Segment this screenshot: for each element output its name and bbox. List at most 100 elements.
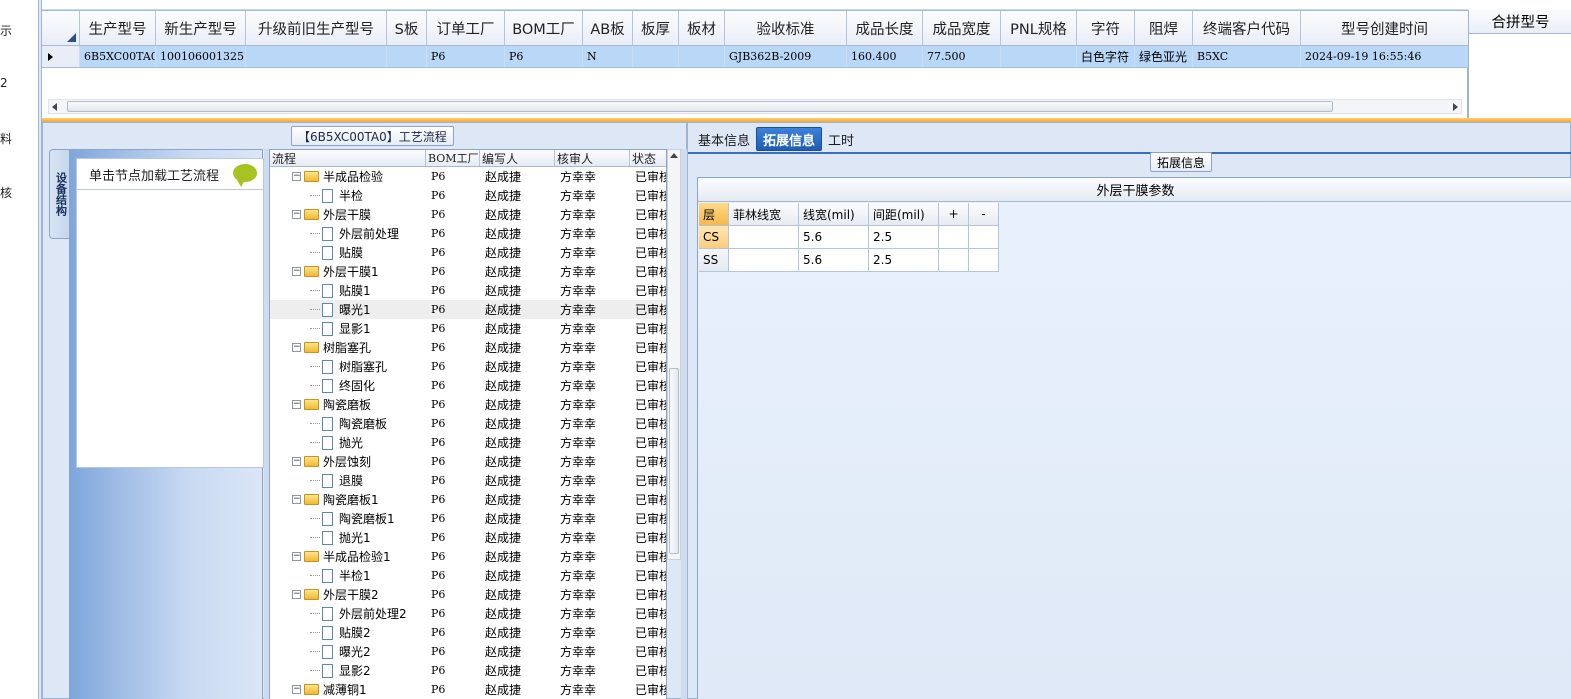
tree-node[interactable]: 半检1 <box>270 566 426 585</box>
bom-cell[interactable]: P6 <box>426 604 480 623</box>
writer-cell[interactable]: 赵成捷 <box>480 300 555 319</box>
horizontal-scrollbar[interactable] <box>48 99 1462 114</box>
col-header[interactable]: 阻焊 <box>1135 11 1193 45</box>
bom-cell[interactable]: P6 <box>426 281 480 300</box>
bom-cell[interactable]: P6 <box>426 414 480 433</box>
collapse-icon[interactable]: − <box>292 400 301 409</box>
tab-basic-info[interactable]: 基本信息 <box>692 127 756 151</box>
bom-cell[interactable]: P6 <box>426 357 480 376</box>
tree-group-row[interactable]: − 外层蚀刻 P6赵成捷方幸幸已审核 <box>270 452 666 471</box>
cell[interactable] <box>387 46 427 67</box>
tree-node[interactable]: 贴膜 <box>270 243 426 262</box>
tree-item-row[interactable]: 抛光1 P6赵成捷方幸幸已审核 <box>270 528 666 547</box>
layer-cell[interactable]: CS <box>699 226 729 249</box>
status-cell[interactable]: 已审核 <box>630 680 666 699</box>
table-row[interactable]: 6B5XC00TA0 10010600132576 P6 P6 N GJB362… <box>42 46 1468 68</box>
reviewer-cell[interactable]: 方幸幸 <box>555 205 630 224</box>
tree-item-row[interactable]: 树脂塞孔 P6赵成捷方幸幸已审核 <box>270 357 666 376</box>
status-cell[interactable]: 已审核 <box>630 300 666 319</box>
tree-item-row[interactable]: 曝光1 P6赵成捷方幸幸已审核 <box>270 300 666 319</box>
cell[interactable]: B5XC <box>1193 46 1301 67</box>
reviewer-cell[interactable]: 方幸幸 <box>555 642 630 661</box>
reviewer-cell[interactable]: 方幸幸 <box>555 262 630 281</box>
collapse-icon[interactable]: − <box>292 457 301 466</box>
writer-cell[interactable]: 赵成捷 <box>480 357 555 376</box>
cell[interactable]: P6 <box>505 46 583 67</box>
col-header[interactable]: 菲林线宽 <box>729 203 799 226</box>
tree-node[interactable]: 抛光1 <box>270 528 426 547</box>
bom-cell[interactable]: P6 <box>426 452 480 471</box>
tree-group-row[interactable]: − 半成品检验1 P6赵成捷方幸幸已审核 <box>270 547 666 566</box>
col-header[interactable]: 验收标准 <box>725 11 847 45</box>
status-cell[interactable]: 已审核 <box>630 642 666 661</box>
tree-node[interactable]: 曝光2 <box>270 642 426 661</box>
reviewer-cell[interactable]: 方幸幸 <box>555 528 630 547</box>
bom-cell[interactable]: P6 <box>426 509 480 528</box>
side-tab-structure[interactable]: 设备结构 <box>49 149 71 239</box>
col-header[interactable]: 层 <box>699 203 729 226</box>
table-row[interactable]: CS 5.6 2.5 <box>699 226 999 249</box>
tree-item-row[interactable]: 贴膜 P6赵成捷方幸幸已审核 <box>270 243 666 262</box>
reviewer-cell[interactable]: 方幸幸 <box>555 661 630 680</box>
reviewer-cell[interactable]: 方幸幸 <box>555 585 630 604</box>
status-cell[interactable]: 已审核 <box>630 509 666 528</box>
tree-group-row[interactable]: − 树脂塞孔 P6赵成捷方幸幸已审核 <box>270 338 666 357</box>
tree-node[interactable]: 树脂塞孔 <box>270 357 426 376</box>
tree-item-row[interactable]: 终固化 P6赵成捷方幸幸已审核 <box>270 376 666 395</box>
tree-node[interactable]: 半检 <box>270 186 426 205</box>
bom-cell[interactable]: P6 <box>426 490 480 509</box>
bom-cell[interactable]: P6 <box>426 243 480 262</box>
tree-node[interactable]: − 陶瓷磨板1 <box>270 490 426 509</box>
tree-item-row[interactable]: 曝光2 P6赵成捷方幸幸已审核 <box>270 642 666 661</box>
select-all-corner[interactable] <box>42 11 80 45</box>
col-header[interactable]: 订单工厂 <box>427 11 505 45</box>
bom-cell[interactable]: P6 <box>426 319 480 338</box>
writer-cell[interactable]: 赵成捷 <box>480 471 555 490</box>
cell[interactable]: 160.400 <box>847 46 923 67</box>
reviewer-cell[interactable]: 方幸幸 <box>555 414 630 433</box>
cell[interactable]: 2.5 <box>869 249 939 272</box>
cell[interactable]: 10010600132576 <box>156 46 246 67</box>
reviewer-cell[interactable]: 方幸幸 <box>555 300 630 319</box>
layer-cell[interactable]: SS <box>699 249 729 272</box>
collapse-icon[interactable]: − <box>292 590 301 599</box>
status-cell[interactable]: 已审核 <box>630 490 666 509</box>
status-cell[interactable]: 已审核 <box>630 414 666 433</box>
tree-item-row[interactable]: 显影1 P6赵成捷方幸幸已审核 <box>270 319 666 338</box>
row-indicator[interactable] <box>42 46 80 67</box>
writer-cell[interactable]: 赵成捷 <box>480 319 555 338</box>
col-header[interactable]: S板 <box>387 11 427 45</box>
col-header[interactable]: 间距(mil) <box>869 203 939 226</box>
col-header[interactable]: 升级前旧生产型号 <box>246 11 387 45</box>
tree-node[interactable]: − 半成品检验 <box>270 167 426 186</box>
collapse-icon[interactable]: − <box>292 267 301 276</box>
status-cell[interactable]: 已审核 <box>630 186 666 205</box>
tree-item-row[interactable]: 抛光 P6赵成捷方幸幸已审核 <box>270 433 666 452</box>
tree-item-row[interactable]: 外层前处理 P6赵成捷方幸幸已审核 <box>270 224 666 243</box>
bom-cell[interactable]: P6 <box>426 623 480 642</box>
tree-node[interactable]: 曝光1 <box>270 300 426 319</box>
tree-node[interactable]: 显影1 <box>270 319 426 338</box>
tab-extended-info[interactable]: 拓展信息 <box>756 127 823 151</box>
tree-group-row[interactable]: − 半成品检验 P6赵成捷方幸幸已审核 <box>270 167 666 186</box>
status-cell[interactable]: 已审核 <box>630 661 666 680</box>
tree-node[interactable]: − 陶瓷磨板 <box>270 395 426 414</box>
bom-cell[interactable]: P6 <box>426 300 480 319</box>
tree-node[interactable]: 外层前处理 <box>270 224 426 243</box>
writer-cell[interactable]: 赵成捷 <box>480 509 555 528</box>
writer-cell[interactable]: 赵成捷 <box>480 547 555 566</box>
status-cell[interactable]: 已审核 <box>630 471 666 490</box>
cell[interactable] <box>1001 46 1077 67</box>
cell[interactable]: 2.5 <box>869 226 939 249</box>
left-nav-item[interactable]: 核 <box>0 184 12 201</box>
scroll-thumb[interactable] <box>669 368 679 554</box>
col-header[interactable]: 成品长度 <box>847 11 923 45</box>
writer-cell[interactable]: 赵成捷 <box>480 224 555 243</box>
writer-cell[interactable]: 赵成捷 <box>480 604 555 623</box>
tree-item-row[interactable]: 退膜 P6赵成捷方幸幸已审核 <box>270 471 666 490</box>
status-cell[interactable]: 已审核 <box>630 604 666 623</box>
writer-cell[interactable]: 赵成捷 <box>480 338 555 357</box>
collapse-icon[interactable]: − <box>292 552 301 561</box>
col-header[interactable]: 字符 <box>1077 11 1135 45</box>
add-column-button[interactable]: + <box>939 203 969 226</box>
